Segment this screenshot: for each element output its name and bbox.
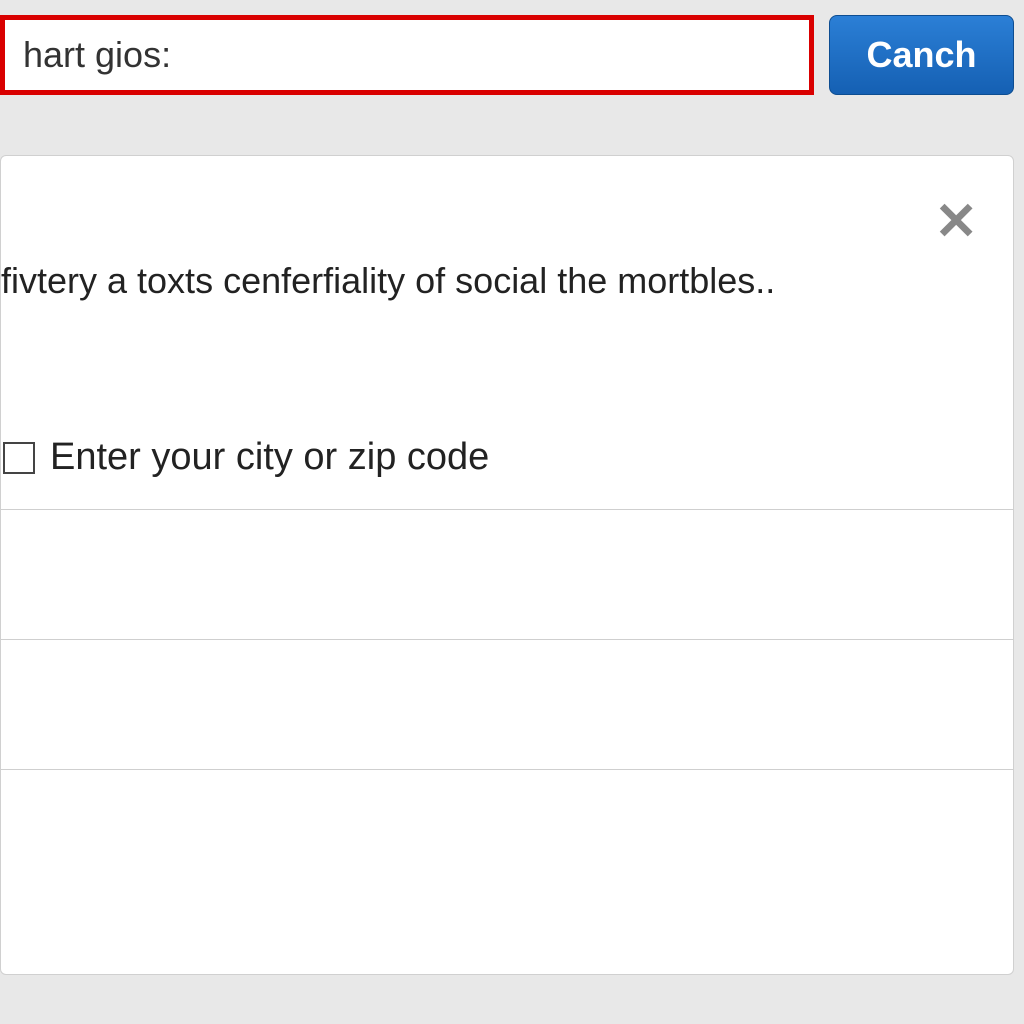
cancel-button[interactable]: Canch [829, 15, 1014, 95]
panel-description: fivtery a toxts cenferfiality of social … [1, 156, 1013, 306]
close-icon[interactable]: ✕ [934, 196, 978, 248]
location-label: Enter your city or zip code [50, 436, 489, 479]
results-panel: ✕ fivtery a toxts cenferfiality of socia… [0, 155, 1014, 975]
top-bar: Canch [0, 0, 1024, 115]
location-row[interactable]: Enter your city or zip code [1, 436, 1013, 510]
search-input[interactable] [0, 15, 814, 95]
list-item[interactable] [1, 510, 1013, 640]
list-item[interactable] [1, 770, 1013, 900]
location-checkbox[interactable] [3, 442, 35, 474]
list-item[interactable] [1, 640, 1013, 770]
